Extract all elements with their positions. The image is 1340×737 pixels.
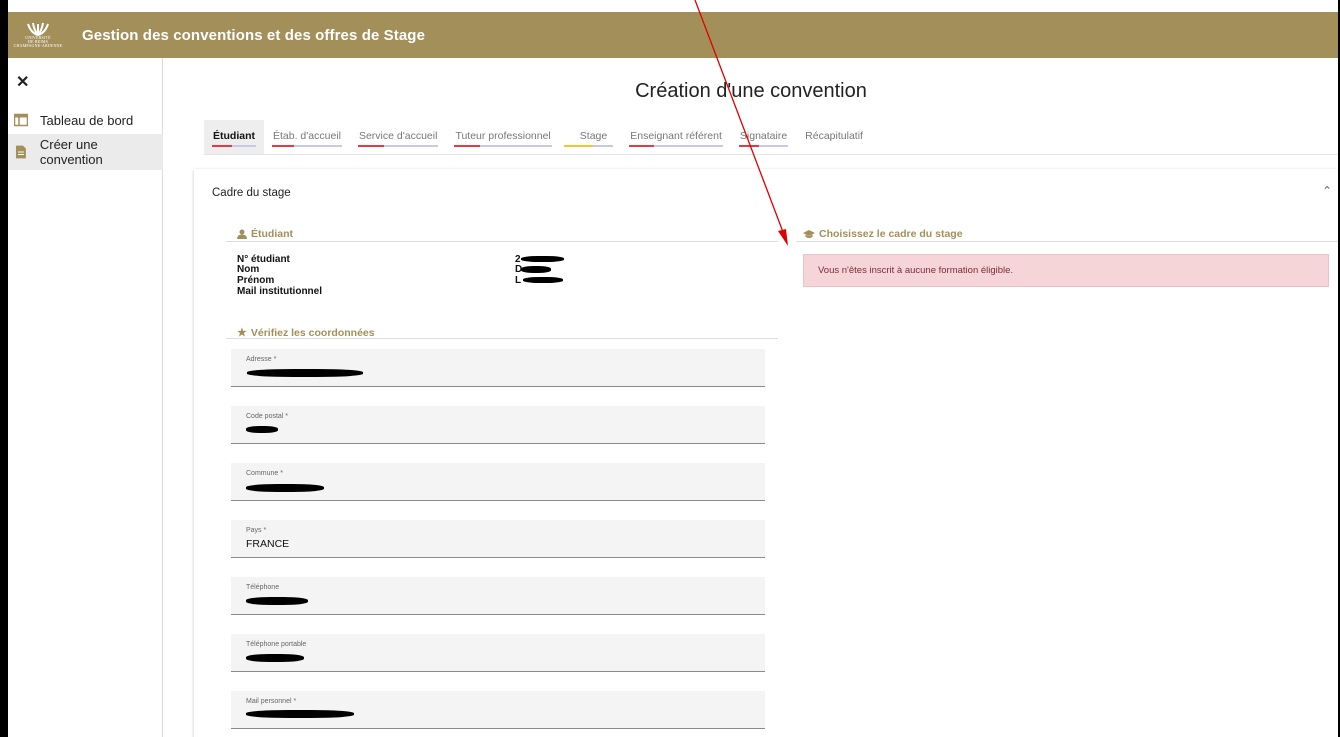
tab-etudiant[interactable]: Étudiant xyxy=(204,120,264,154)
tab-label: Signataire xyxy=(739,130,788,142)
section-title: Choisissez le cadre du stage xyxy=(819,228,963,240)
top-app-bar: UNIVERSITÉ DE REIMS CHAMPAGNE-ARDENNE Ge… xyxy=(8,12,1338,58)
tab-label: Enseignant référent xyxy=(630,130,722,142)
tab-status-bar xyxy=(272,145,342,147)
tab-status-bar xyxy=(357,145,439,147)
tab-enseignant-referent[interactable]: Enseignant référent xyxy=(621,120,731,154)
redaction-mark xyxy=(246,597,308,605)
sidebar-item-label: Créer une convention xyxy=(39,137,103,167)
university-logo: UNIVERSITÉ DE REIMS CHAMPAGNE-ARDENNE xyxy=(8,12,68,58)
tab-status-bar xyxy=(563,145,614,147)
laurel-icon xyxy=(27,22,49,36)
tab-stage[interactable]: Stage xyxy=(560,120,621,154)
label-first-name: Prénom xyxy=(237,275,275,286)
tab-label: Stage xyxy=(579,130,608,142)
postal-code-field[interactable]: Code postal * xyxy=(231,406,765,444)
page-title: Création d'une convention xyxy=(635,80,867,102)
tab-etab-accueil[interactable]: Étab. d'accueil xyxy=(264,120,350,154)
mobile-phone-field[interactable]: Téléphone portable xyxy=(231,634,765,672)
user-icon xyxy=(237,229,247,239)
address-field[interactable]: Adresse * xyxy=(231,349,765,387)
student-section-heading: Étudiant xyxy=(237,228,293,240)
tab-label: Service d'accueil xyxy=(358,130,438,142)
value-first-name: L xyxy=(515,275,522,286)
sidebar: ✕ Tableau de bord Créer une convention xyxy=(8,58,163,737)
sidebar-item-dashboard[interactable]: Tableau de bord xyxy=(8,102,163,138)
country-field[interactable]: Pays * FRANCE xyxy=(231,520,765,558)
city-field[interactable]: Commune * xyxy=(231,463,765,501)
tab-recapitulatif[interactable]: Récapitulatif xyxy=(796,120,872,154)
redaction-mark xyxy=(247,369,363,377)
divider xyxy=(226,338,778,339)
no-eligible-training-alert: Vous n'êtes inscrit à aucune formation é… xyxy=(803,254,1329,287)
personal-email-field[interactable]: Mail personnel * xyxy=(231,691,765,729)
section-title: Étudiant xyxy=(251,228,293,240)
field-label: Commune * xyxy=(246,470,283,477)
tab-status-bar xyxy=(454,145,552,147)
chevron-up-icon[interactable]: ⌄ xyxy=(1322,183,1332,197)
frame-section-heading: Choisissez le cadre du stage xyxy=(803,228,963,240)
tab-tuteur-professionnel[interactable]: Tuteur professionnel xyxy=(446,120,559,154)
redaction-mark xyxy=(521,266,551,273)
tab-signataire[interactable]: Signataire xyxy=(731,120,796,154)
field-label: Code postal * xyxy=(246,413,289,420)
app-title: Gestion des conventions et des offres de… xyxy=(82,26,426,44)
tab-service-accueil[interactable]: Service d'accueil xyxy=(350,120,446,154)
redaction-mark xyxy=(246,710,354,718)
field-label: Téléphone xyxy=(246,584,280,591)
section-title: Vérifiez les coordonnées xyxy=(250,326,375,339)
field-label: Adresse * xyxy=(246,356,277,363)
tab-status-bar xyxy=(629,145,723,147)
divider xyxy=(226,241,778,242)
tab-status-bar xyxy=(738,145,789,147)
tabs-divider xyxy=(204,154,1338,155)
tab-label: Récapitulatif xyxy=(805,130,863,142)
logo-line-3: CHAMPAGNE-ARDENNE xyxy=(13,43,63,48)
tab-label: Étab. d'accueil xyxy=(273,130,341,142)
dashboard-icon xyxy=(14,113,28,127)
document-icon xyxy=(15,145,26,159)
redaction-mark xyxy=(246,654,304,662)
field-label: Pays * xyxy=(246,527,267,534)
graduation-cap-icon xyxy=(803,229,815,238)
redaction-mark xyxy=(523,277,563,283)
field-value: FRANCE xyxy=(246,538,290,550)
field-label: Mail personnel * xyxy=(246,698,297,705)
sidebar-item-label: Tableau de bord xyxy=(40,112,134,128)
phone-field[interactable]: Téléphone xyxy=(231,577,765,615)
panel-title[interactable]: Cadre du stage xyxy=(212,187,291,199)
tab-label: Étudiant xyxy=(213,130,255,142)
field-label: Téléphone portable xyxy=(246,641,307,648)
redaction-mark xyxy=(521,256,564,262)
tab-status-bar xyxy=(212,145,256,147)
app-window: UNIVERSITÉ DE REIMS CHAMPAGNE-ARDENNE Ge… xyxy=(8,0,1338,737)
stepper-tabs: Étudiant Étab. d'accueil Service d'accue… xyxy=(204,120,872,154)
label-institutional-mail: Mail institutionnel xyxy=(237,286,322,297)
close-icon[interactable]: ✕ xyxy=(16,72,29,92)
redaction-mark xyxy=(246,426,278,433)
label-last-name: Nom xyxy=(237,264,260,275)
redaction-mark xyxy=(246,484,324,492)
sidebar-item-create-convention[interactable]: Créer une convention xyxy=(8,134,163,170)
divider xyxy=(796,241,1338,242)
tab-label: Tuteur professionnel xyxy=(455,130,551,142)
